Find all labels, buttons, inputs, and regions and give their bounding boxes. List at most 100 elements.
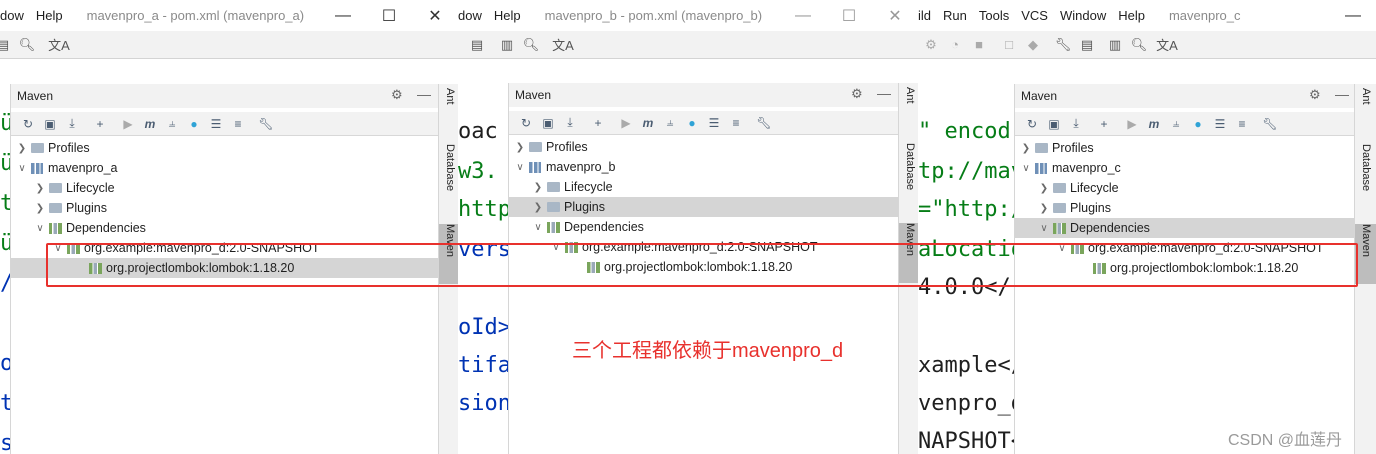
chevron-down-icon[interactable]: ∨ [531, 222, 545, 233]
chevron-right-icon[interactable]: ❯ [531, 182, 545, 193]
menu-tools[interactable]: Tools [973, 8, 1015, 23]
menu-run[interactable]: Run [937, 8, 973, 23]
tree-item-dependency[interactable]: org.projectlombok:lombok:1.18.20 [11, 258, 438, 278]
toggle-offline-icon[interactable]: ⫨ [659, 113, 681, 133]
tree-item-profiles[interactable]: ❯ Profiles [11, 138, 438, 158]
minimize-button[interactable]: — [1330, 0, 1376, 31]
chevron-right-icon[interactable]: ❯ [1019, 143, 1033, 154]
menu-build[interactable]: ild [918, 8, 937, 23]
tab-maven[interactable]: Maven [1355, 224, 1376, 284]
minimize-button[interactable]: — [320, 0, 366, 31]
reload-icon[interactable]: ↻ [17, 114, 39, 134]
code-editor[interactable]: " encod tp://mav ="http:/ aLocatio 4.0.0… [918, 59, 1014, 454]
menu-vcs[interactable]: VCS [1015, 8, 1054, 23]
menu-help[interactable]: Help [1112, 8, 1151, 23]
run-icon[interactable]: ▶ [1121, 114, 1143, 134]
menu-help[interactable]: Help [30, 8, 69, 23]
maximize-button[interactable]: ☐ [826, 0, 872, 31]
tree-item-dependency[interactable]: ∨ org.example:mavenpro_d:2.0-SNAPSHOT [509, 237, 898, 257]
show-dependencies-icon[interactable]: ☰ [205, 114, 227, 134]
chevron-down-icon[interactable]: ∨ [15, 163, 29, 174]
chevron-right-icon[interactable]: ❯ [15, 143, 29, 154]
skip-tests-icon[interactable]: ● [681, 113, 703, 133]
tree-item-plugins[interactable]: ❯ Plugins [11, 198, 438, 218]
add-folder-icon[interactable]: ▣ [537, 113, 559, 133]
tree-item-profiles[interactable]: ❯ Profiles [1015, 138, 1354, 158]
menu-window[interactable]: dow [458, 8, 488, 23]
run-icon[interactable]: ▶ [615, 113, 637, 133]
add-folder-icon[interactable]: ▣ [1043, 114, 1065, 134]
chevron-down-icon[interactable]: ∨ [1019, 163, 1033, 174]
project-structure-icon[interactable]: ▤ [0, 35, 14, 55]
tree-item-lifecycle[interactable]: ❯ Lifecycle [509, 177, 898, 197]
download-icon[interactable]: ⤓ [61, 114, 83, 134]
add-icon[interactable]: + [587, 113, 609, 133]
gear-icon[interactable]: ⚙ [1309, 87, 1321, 103]
coverage-icon[interactable]: ◔ [944, 35, 966, 55]
translate-icon[interactable]: 文A [552, 35, 574, 55]
wrench-icon[interactable]: 🔧︎ [1052, 35, 1074, 55]
menu-help[interactable]: Help [488, 8, 527, 23]
skip-tests-icon[interactable]: ● [183, 114, 205, 134]
menu-window[interactable]: Window [1054, 8, 1112, 23]
tree-item-plugins[interactable]: ❯ Plugins [509, 197, 898, 217]
tree-item-dependency[interactable]: ∨ org.example:mavenpro_d:2.0-SNAPSHOT [1015, 238, 1354, 258]
show-dependencies-icon[interactable]: ☰ [703, 113, 725, 133]
search-icon[interactable]: 🔍︎ [16, 35, 38, 55]
collapse-all-icon[interactable]: ≡ [227, 114, 249, 134]
tree-item-lifecycle[interactable]: ❯ Lifecycle [11, 178, 438, 198]
chevron-down-icon[interactable]: ∨ [549, 242, 563, 253]
chevron-down-icon[interactable]: ∨ [1055, 243, 1069, 254]
translate-icon[interactable]: 文A [48, 35, 70, 55]
close-button[interactable]: ✕ [412, 0, 458, 31]
collapse-all-icon[interactable]: ≡ [725, 113, 747, 133]
collapse-all-icon[interactable]: ≡ [1231, 114, 1253, 134]
tree-item-dependency[interactable]: org.projectlombok:lombok:1.18.20 [509, 257, 898, 277]
tree-item-dependencies[interactable]: ∨ Dependencies [11, 218, 438, 238]
chevron-right-icon[interactable]: ❯ [531, 202, 545, 213]
chevron-down-icon[interactable]: ∨ [51, 243, 65, 254]
chevron-right-icon[interactable]: ❯ [1037, 203, 1051, 214]
chevron-down-icon[interactable]: ∨ [33, 223, 47, 234]
tag-icon[interactable]: ◆ [1022, 35, 1044, 55]
hide-panel-icon[interactable]: — [417, 86, 431, 102]
add-icon[interactable]: + [1093, 114, 1115, 134]
show-dependencies-icon[interactable]: ☰ [1209, 114, 1231, 134]
code-editor[interactable]: oac w3. http: vers oId> tifa sion [458, 59, 508, 454]
layout-icon[interactable]: ▥ [1104, 35, 1126, 55]
search-icon[interactable]: 🔍︎ [520, 35, 542, 55]
chevron-down-icon[interactable]: ∨ [1037, 223, 1051, 234]
maven-goal-icon[interactable]: m [637, 113, 659, 133]
download-icon[interactable]: ⤓ [559, 113, 581, 133]
close-button[interactable]: ✕ [872, 0, 918, 31]
tree-item-profiles[interactable]: ❯ Profiles [509, 137, 898, 157]
hide-panel-icon[interactable]: — [877, 85, 891, 101]
translate-icon[interactable]: 文A [1156, 35, 1178, 55]
reload-icon[interactable]: ↻ [515, 113, 537, 133]
copy-icon[interactable]: □ [998, 35, 1020, 55]
tab-database[interactable]: Database [899, 143, 919, 223]
chevron-down-icon[interactable]: ∨ [513, 162, 527, 173]
chevron-right-icon[interactable]: ❯ [513, 142, 527, 153]
search-icon[interactable]: 🔍︎ [1128, 35, 1150, 55]
tree-item-plugins[interactable]: ❯ Plugins [1015, 198, 1354, 218]
settings-wrench-icon[interactable]: 🔧︎ [753, 113, 775, 133]
menu-window[interactable]: dow [0, 8, 30, 23]
add-icon[interactable]: + [89, 114, 111, 134]
layout-icon[interactable]: ▥ [496, 35, 518, 55]
tree-item-dependency[interactable]: ∨ org.example:mavenpro_d:2.0-SNAPSHOT [11, 238, 438, 258]
project-structure-icon[interactable]: ▤ [466, 35, 488, 55]
hide-panel-icon[interactable]: — [1335, 86, 1349, 102]
tab-maven[interactable]: Maven [439, 224, 459, 284]
tree-item-dependencies[interactable]: ∨ Dependencies [1015, 218, 1354, 238]
gear-icon[interactable]: ⚙ [851, 86, 863, 102]
maven-goal-icon[interactable]: m [139, 114, 161, 134]
chevron-right-icon[interactable]: ❯ [33, 203, 47, 214]
tab-maven[interactable]: Maven [899, 223, 919, 283]
settings-wrench-icon[interactable]: 🔧︎ [1259, 114, 1281, 134]
tree-item-dependencies[interactable]: ∨ Dependencies [509, 217, 898, 237]
debug-icon[interactable]: ⚙ [920, 35, 942, 55]
chevron-right-icon[interactable]: ❯ [1037, 183, 1051, 194]
project-structure-icon[interactable]: ▤ [1076, 35, 1098, 55]
tree-item-project[interactable]: ∨ mavenpro_a [11, 158, 438, 178]
